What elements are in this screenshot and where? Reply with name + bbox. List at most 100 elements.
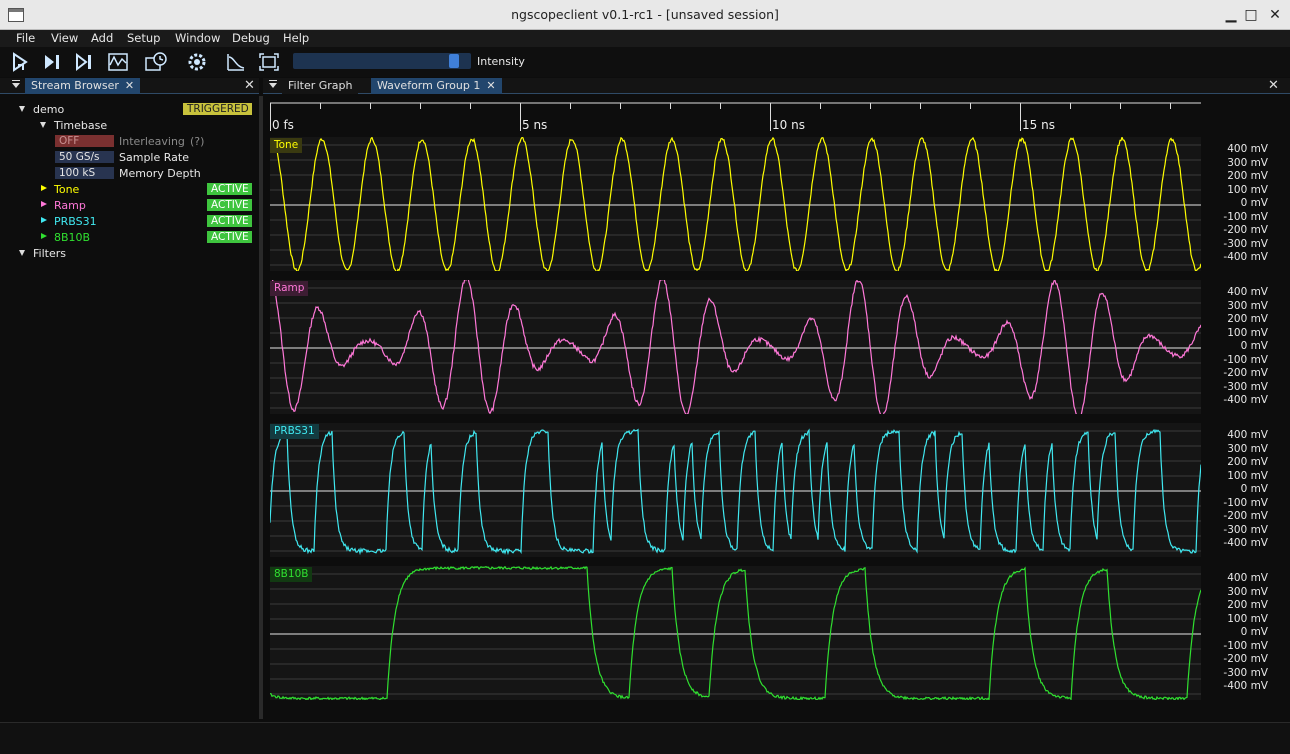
menu-help[interactable]: Help: [283, 31, 309, 45]
waveform-icon[interactable]: [106, 51, 130, 73]
close-icon[interactable]: ✕: [486, 79, 495, 92]
intensity-slider-handle[interactable]: [449, 54, 460, 68]
panel-menu-icon[interactable]: [11, 80, 21, 90]
waveform-label-8b10b[interactable]: 8B10B: [270, 567, 313, 582]
y-axis-label: 400 mV: [1227, 143, 1268, 155]
sample-rate-field[interactable]: 50 GS/s: [55, 151, 114, 163]
y-axis-label: -400 mV: [1223, 537, 1268, 549]
ramp-trace: [269, 274, 1202, 420]
waveform-label-prbs31[interactable]: PRBS31: [270, 424, 319, 439]
y-axis-label: -300 mV: [1223, 380, 1268, 393]
timeline-label: 15 ns: [1022, 118, 1055, 132]
menu-view[interactable]: View: [51, 31, 78, 45]
y-axis-label: 200 mV: [1227, 599, 1268, 611]
y-axis-label: -300 mV: [1223, 523, 1268, 536]
waveform-plot-tone[interactable]: [269, 135, 1202, 275]
channel-8b10b[interactable]: 8B10B: [54, 231, 90, 245]
y-axis-label: 200 mV: [1227, 170, 1268, 182]
channel-status-badge: ACTIVE: [207, 199, 252, 211]
y-axis-label: 400 mV: [1227, 429, 1268, 441]
tab-filter-graph[interactable]: Filter Graph: [282, 78, 359, 94]
expand-ramp-icon[interactable]: [41, 201, 47, 207]
y-axis-label: -200 mV: [1223, 510, 1268, 522]
y-axis-label: 100 mV: [1227, 326, 1268, 339]
panel-close-icon[interactable]: ✕: [1268, 78, 1279, 93]
expand-8b10b-icon[interactable]: [41, 233, 47, 239]
expand-prbs31-icon[interactable]: [41, 217, 47, 223]
timeline-label: 0 fs: [272, 118, 294, 132]
y-axis-label: 400 mV: [1227, 572, 1268, 584]
intensity-slider[interactable]: [293, 53, 471, 69]
timeline-label: 10 ns: [772, 118, 805, 132]
timebase-node[interactable]: Timebase: [54, 119, 107, 133]
waveform-label-ramp[interactable]: Ramp: [270, 281, 309, 296]
expand-filters-icon[interactable]: [19, 250, 25, 256]
tab-waveform-group[interactable]: Waveform Group 1 ✕: [371, 78, 502, 94]
channel-status-badge: ACTIVE: [207, 183, 252, 195]
8b10b-trace: [269, 565, 1202, 702]
history-icon[interactable]: [144, 51, 168, 73]
memory-depth-field[interactable]: 100 kS: [55, 167, 114, 179]
trigger-single-icon[interactable]: [41, 51, 65, 73]
window-title: ngscopeclient v0.1-rc1 - [unsaved sessio…: [511, 7, 779, 22]
menu-bar: File View Add Setup Window Debug Help: [0, 30, 1290, 47]
y-axis-label: 0 mV: [1240, 626, 1268, 638]
waveform-label-tone[interactable]: Tone: [270, 138, 303, 153]
close-button[interactable]: ✕: [1264, 4, 1286, 26]
waveform-plot-ramp[interactable]: [269, 274, 1202, 420]
menu-debug[interactable]: Debug: [232, 31, 270, 45]
panel-close-icon[interactable]: ✕: [244, 78, 255, 93]
instrument-demo[interactable]: demo: [33, 103, 64, 117]
y-axis-label: 0 mV: [1240, 197, 1268, 209]
y-axis-label: -200 mV: [1223, 653, 1268, 665]
channel-tone[interactable]: Tone: [54, 183, 79, 197]
window-titlebar: ngscopeclient v0.1-rc1 - [unsaved sessio…: [0, 0, 1290, 30]
menu-add[interactable]: Add: [91, 31, 113, 45]
tone-trace: [269, 135, 1202, 275]
channel-prbs31[interactable]: PRBS31: [54, 215, 97, 229]
minimize-button[interactable]: ▁: [1220, 4, 1242, 26]
expand-demo-icon[interactable]: [19, 106, 25, 112]
y-axis-label: -200 mV: [1223, 367, 1268, 379]
y-axis-label: -200 mV: [1223, 224, 1268, 236]
menu-setup[interactable]: Setup: [127, 31, 160, 45]
settings-gear-icon[interactable]: [185, 51, 209, 73]
y-axis-label: -100 mV: [1223, 353, 1268, 366]
waveform-plot-prbs31[interactable]: [269, 423, 1202, 557]
close-icon[interactable]: ✕: [125, 79, 134, 92]
y-axis-label: -400 mV: [1223, 680, 1268, 692]
expand-tone-icon[interactable]: [41, 185, 47, 191]
measure-icon[interactable]: [224, 51, 248, 73]
toolbar: [0, 47, 1290, 77]
y-axis-label: -100 mV: [1223, 639, 1268, 652]
panel-menu-icon[interactable]: [268, 80, 278, 90]
panel-splitter[interactable]: [259, 96, 263, 719]
y-axis-label: 300 mV: [1227, 156, 1268, 169]
channel-status-badge: ACTIVE: [207, 215, 252, 227]
timeline-label: 5 ns: [522, 118, 548, 132]
y-axis-label: -400 mV: [1223, 394, 1268, 406]
channel-ramp[interactable]: Ramp: [54, 199, 86, 213]
stream-browser-tabbar: Stream Browser ✕ ✕: [0, 78, 259, 94]
maximize-button[interactable]: □: [1240, 4, 1262, 26]
trigger-force-icon[interactable]: [73, 51, 97, 73]
expand-timebase-icon[interactable]: [40, 122, 46, 128]
y-axis-label: 100 mV: [1227, 469, 1268, 482]
filters-node[interactable]: Filters: [33, 247, 66, 261]
interleaving-toggle[interactable]: OFF: [55, 135, 114, 147]
fullscreen-icon[interactable]: [257, 51, 281, 73]
y-axis-label: 300 mV: [1227, 442, 1268, 455]
timeline[interactable]: 0 fs 5 ns 10 ns 15 ns: [270, 101, 1201, 135]
sample-rate-label: Sample Rate: [119, 151, 189, 164]
menu-window[interactable]: Window: [175, 31, 220, 45]
intensity-label: Intensity: [477, 55, 525, 68]
waveform-plot-8b10b[interactable]: [269, 565, 1202, 702]
trigger-arm-icon[interactable]: [8, 51, 32, 73]
y-axis-label: 400 mV: [1227, 286, 1268, 298]
channel-status-badge: ACTIVE: [207, 231, 252, 243]
tab-stream-browser[interactable]: Stream Browser ✕: [25, 78, 141, 94]
menu-file[interactable]: File: [16, 31, 35, 45]
y-axis-label: 0 mV: [1240, 340, 1268, 352]
y-axis-label: 0 mV: [1240, 483, 1268, 495]
interleaving-help[interactable]: (?): [190, 135, 204, 149]
